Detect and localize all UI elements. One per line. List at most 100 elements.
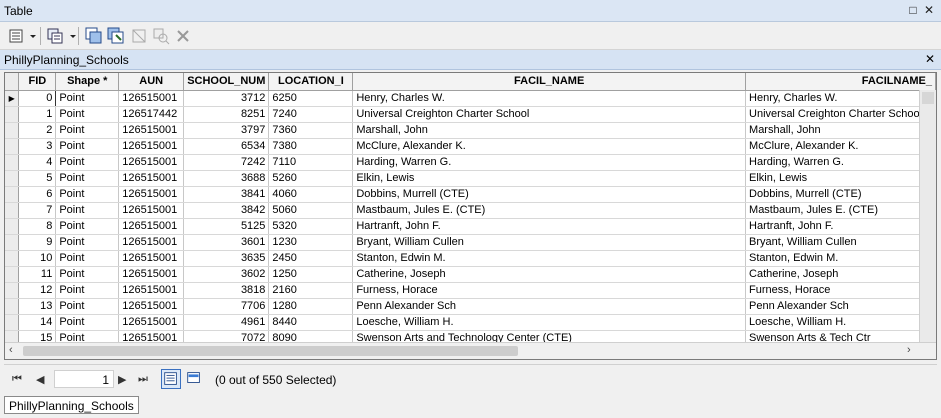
cell-facilname[interactable]: Universal Creighton Charter School [745, 106, 936, 123]
cell-aun[interactable]: 126515001 [118, 202, 185, 219]
cell-location-i[interactable]: 1250 [268, 266, 354, 283]
cell-school-num[interactable]: 3688 [183, 170, 270, 187]
select-by-attributes-icon[interactable] [85, 27, 103, 45]
cell-aun[interactable]: 126515001 [118, 298, 185, 315]
delete-selected-icon[interactable] [174, 27, 192, 45]
cell-shape[interactable]: Point [55, 218, 120, 235]
scroll-left-icon[interactable]: ‹ [9, 344, 13, 356]
cell-shape[interactable]: Point [55, 170, 120, 187]
column-header-location-i[interactable]: LOCATION_I [268, 73, 354, 91]
cell-shape[interactable]: Point [55, 90, 120, 107]
cell-facilname[interactable]: Furness, Horace [745, 282, 936, 299]
cell-fid[interactable]: 6 [18, 186, 57, 203]
cell-facilname[interactable]: Dobbins, Murrell (CTE) [745, 186, 936, 203]
table-row[interactable]: 3 Point 126515001 6534 7380 McClure, Alexande… [5, 138, 936, 155]
table-row[interactable]: 6 Point 126515001 3841 4060 Dobbins, Murrell … [5, 186, 936, 203]
cell-aun[interactable]: 126515001 [118, 90, 185, 107]
cell-school-num[interactable]: 4961 [183, 314, 270, 331]
cell-facilname[interactable]: Bryant, William Cullen [745, 234, 936, 251]
cell-facilname[interactable]: Henry, Charles W. [745, 90, 936, 107]
cell-aun[interactable]: 126515001 [118, 186, 185, 203]
cell-location-i[interactable]: 1280 [268, 298, 354, 315]
cell-location-i[interactable]: 5260 [268, 170, 354, 187]
scroll-right-icon[interactable]: › [907, 344, 911, 356]
cell-fid[interactable]: 5 [18, 170, 57, 187]
row-selector[interactable] [5, 186, 20, 203]
show-selected-records-icon[interactable] [185, 369, 205, 389]
cell-fid[interactable]: 7 [18, 202, 57, 219]
row-selector[interactable] [5, 170, 20, 187]
switch-selection-icon[interactable] [107, 27, 125, 45]
cell-facilname[interactable]: Harding, Warren G. [745, 154, 936, 171]
cell-shape[interactable]: Point [55, 298, 120, 315]
cell-fid[interactable]: 4 [18, 154, 57, 171]
column-header-facil-name[interactable]: FACIL_NAME [352, 73, 747, 91]
cell-facilname[interactable]: Penn Alexander Sch [745, 298, 936, 315]
current-record-field[interactable]: 1 [54, 370, 114, 388]
cell-aun[interactable]: 126515001 [118, 154, 185, 171]
row-selector[interactable] [5, 314, 20, 331]
cell-shape[interactable]: Point [55, 138, 120, 155]
cell-facil-name[interactable]: Hartranft, John F. [352, 218, 747, 235]
cell-facil-name[interactable]: Catherine, Joseph [352, 266, 747, 283]
cell-aun[interactable]: 126515001 [118, 170, 185, 187]
cell-facil-name[interactable]: Dobbins, Murrell (CTE) [352, 186, 747, 203]
cell-school-num[interactable]: 7706 [183, 298, 270, 315]
cell-location-i[interactable]: 7380 [268, 138, 354, 155]
cell-location-i[interactable]: 7240 [268, 106, 354, 123]
table-row[interactable]: 8 Point 126515001 5125 5320 Hartranft, John F… [5, 218, 936, 235]
cell-school-num[interactable]: 3797 [183, 122, 270, 139]
dropdown-arrow-icon[interactable] [64, 27, 76, 45]
cell-location-i[interactable]: 4060 [268, 186, 354, 203]
table-row[interactable]: 12 Point 126515001 3818 2160 Furness, Horace F… [5, 282, 936, 299]
cell-shape[interactable]: Point [55, 282, 120, 299]
cell-school-num[interactable]: 3842 [183, 202, 270, 219]
cell-facil-name[interactable]: Mastbaum, Jules E. (CTE) [352, 202, 747, 219]
row-selector[interactable] [5, 250, 20, 267]
cell-shape[interactable]: Point [55, 202, 120, 219]
cell-shape[interactable]: Point [55, 106, 120, 123]
table-row[interactable]: 4 Point 126515001 7242 7110 Harding, Warren G… [5, 154, 936, 171]
row-selector[interactable] [5, 154, 20, 171]
cell-facil-name[interactable]: Furness, Horace [352, 282, 747, 299]
cell-location-i[interactable]: 5060 [268, 202, 354, 219]
cell-shape[interactable]: Point [55, 314, 120, 331]
column-header-facilname[interactable]: FACILNAME_ [745, 73, 936, 91]
cell-shape[interactable]: Point [55, 154, 120, 171]
cell-fid[interactable]: 0 [18, 90, 57, 107]
cell-facilname[interactable]: Mastbaum, Jules E. (CTE) [745, 202, 936, 219]
horizontal-scroll-thumb[interactable] [23, 346, 518, 356]
cell-school-num[interactable]: 3818 [183, 282, 270, 299]
cell-aun[interactable]: 126515001 [118, 218, 185, 235]
row-selector[interactable] [5, 234, 20, 251]
cell-aun[interactable]: 126515001 [118, 266, 185, 283]
cell-school-num[interactable]: 7242 [183, 154, 270, 171]
row-selector[interactable] [5, 282, 20, 299]
cell-location-i[interactable]: 6250 [268, 90, 354, 107]
cell-school-num[interactable]: 3712 [183, 90, 270, 107]
cell-shape[interactable]: Point [55, 250, 120, 267]
cell-school-num[interactable]: 5125 [183, 218, 270, 235]
cell-fid[interactable]: 14 [18, 314, 57, 331]
last-record-icon[interactable]: ⏭ [138, 373, 148, 386]
cell-facil-name[interactable]: Penn Alexander Sch [352, 298, 747, 315]
cell-facil-name[interactable]: Marshall, John [352, 122, 747, 139]
column-header-aun[interactable]: AUN [118, 73, 185, 91]
table-row[interactable]: 7 Point 126515001 3842 5060 Mastbaum, Jules E… [5, 202, 936, 219]
table-row[interactable]: 5 Point 126515001 3688 5260 Elkin, Lewis Elkin… [5, 170, 936, 187]
cell-school-num[interactable]: 6534 [183, 138, 270, 155]
cell-facilname[interactable]: Elkin, Lewis [745, 170, 936, 187]
table-row[interactable]: ▶ 0 Point 126515001 3712 6250 Henry, Charles W… [5, 90, 936, 107]
row-selector[interactable]: ▶ [5, 90, 20, 107]
vertical-scroll-thumb[interactable] [922, 92, 934, 104]
row-selector[interactable] [5, 122, 20, 139]
cell-fid[interactable]: 8 [18, 218, 57, 235]
cell-fid[interactable]: 12 [18, 282, 57, 299]
cell-fid[interactable]: 1 [18, 106, 57, 123]
first-record-icon[interactable]: ⏮ [12, 373, 22, 386]
zoom-to-selected-icon[interactable] [152, 27, 170, 45]
cell-location-i[interactable]: 2160 [268, 282, 354, 299]
cell-fid[interactable]: 2 [18, 122, 57, 139]
cell-facil-name[interactable]: Henry, Charles W. [352, 90, 747, 107]
cell-shape[interactable]: Point [55, 186, 120, 203]
